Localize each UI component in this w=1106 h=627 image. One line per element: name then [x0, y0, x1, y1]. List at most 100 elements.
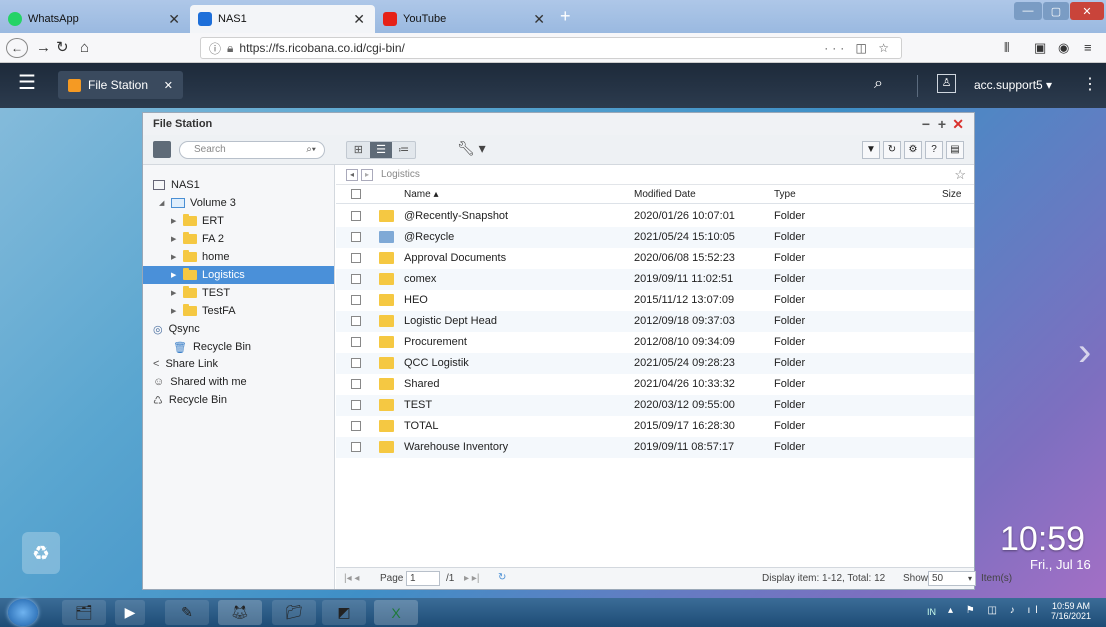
table-row[interactable]: HEO 2015/11/12 13:07:09 Folder [336, 290, 974, 311]
row-checkbox[interactable] [351, 442, 361, 452]
folder-icon[interactable]: 📁︎ [272, 600, 316, 625]
table-row[interactable]: QCC Logistik 2021/05/24 09:28:23 Folder [336, 353, 974, 374]
page-actions-icon[interactable]: ··· ◫ ☆ [824, 41, 893, 55]
search-dropdown-icon[interactable]: ⌕▾ [306, 142, 316, 158]
row-checkbox[interactable] [351, 253, 361, 263]
tree-share-link[interactable]: < Share Link [153, 356, 218, 372]
row-checkbox[interactable] [351, 337, 361, 347]
close-tab-icon[interactable]: ✕ [168, 11, 180, 28]
help-icon[interactable]: ? [925, 141, 943, 159]
row-checkbox[interactable] [351, 232, 361, 242]
col-modified-header[interactable]: Modified Date [634, 186, 696, 204]
expand-arrow-icon[interactable]: ▶ [171, 307, 177, 315]
tree-qsync-recycle-bin[interactable]: 🗑︎ Recycle Bin [173, 339, 251, 355]
table-row[interactable]: comex 2019/09/11 11:02:51 Folder [336, 269, 974, 290]
toggle-sidebar-icon[interactable] [153, 141, 171, 158]
table-row[interactable]: TOTAL 2015/09/17 16:28:30 Folder [336, 416, 974, 437]
tree-volume-3[interactable]: ◢ Volume 3 [159, 195, 236, 211]
table-row[interactable]: @Recently-Snapshot 2020/01/26 10:07:01 Fol… [336, 206, 974, 227]
select-all-checkbox[interactable] [351, 189, 361, 199]
tree-folder-testfa[interactable]: ▶ TestFA [171, 303, 236, 319]
tab-youtube[interactable]: YouTube ✕ [375, 5, 555, 33]
tree-folder-test[interactable]: ▶ TEST [171, 285, 230, 301]
taskbar-app-icon[interactable]: ◩ [322, 600, 366, 625]
home-icon[interactable]: ⌂ [80, 38, 89, 58]
next-arrow-icon[interactable]: › [1078, 330, 1091, 375]
info-panel-icon[interactable]: ▤ [946, 141, 964, 159]
file-station-app-tab[interactable]: File Station ✕ [58, 71, 183, 99]
tree-shared-with-me[interactable]: ☺ Shared with me [153, 374, 247, 390]
desktop-recycle-bin-icon[interactable]: ♻ [22, 532, 60, 574]
expand-arrow-icon[interactable]: ▶ [171, 217, 177, 225]
expand-arrow-icon[interactable]: ◢ [159, 199, 165, 207]
minimize-window-icon[interactable]: − [922, 116, 930, 132]
menu-icon[interactable]: ≡ [1084, 38, 1092, 58]
table-row[interactable]: TEST 2020/03/12 09:55:00 Folder [336, 395, 974, 416]
row-checkbox[interactable] [351, 379, 361, 389]
more-options-icon[interactable]: ⋮ [1082, 74, 1098, 94]
close-app-icon[interactable]: ✕ [164, 79, 173, 92]
row-checkbox[interactable] [351, 274, 361, 284]
excel-icon[interactable]: X [374, 600, 418, 625]
firefox-icon[interactable]: 🦊︎ [218, 600, 262, 625]
tree-folder-logistics[interactable]: ▶ Logistics [143, 266, 334, 284]
favorite-star-icon[interactable]: ☆ [954, 167, 966, 183]
row-checkbox[interactable] [351, 358, 361, 368]
refresh-list-icon[interactable]: ↻ [498, 572, 506, 583]
back-icon[interactable]: ◂ [346, 168, 358, 181]
tree-folder-home[interactable]: ▶ home [171, 249, 230, 265]
forward-icon[interactable]: ▸ [361, 168, 373, 181]
table-row[interactable]: Logistic Dept Head 2012/09/18 09:37:03 Fol… [336, 311, 974, 332]
close-window-button[interactable]: ✕ [1070, 2, 1104, 20]
new-tab-button[interactable]: + [560, 6, 571, 27]
thumbnail-view-icon[interactable]: ⊞ [347, 142, 370, 158]
detail-view-icon[interactable]: ≔ [392, 142, 415, 158]
refresh-icon[interactable]: ↻ [883, 141, 901, 159]
tree-root-nas1[interactable]: NAS1 [153, 177, 200, 193]
table-row[interactable]: Warehouse Inventory 2019/09/11 08:57:17 Fo… [336, 437, 974, 458]
reload-icon[interactable]: ↻ [56, 38, 69, 58]
user-menu[interactable]: acc.support5 ▾ [974, 78, 1052, 92]
tab-nas1[interactable]: NAS1 ✕ [190, 5, 375, 33]
table-row[interactable]: @Recycle 2021/05/24 15:10:05 Folder [336, 227, 974, 248]
account-icon[interactable]: ◉ [1058, 38, 1069, 58]
filter-icon[interactable]: ▼ [862, 141, 880, 159]
url-bar[interactable]: ⓘ 🔒︎ https://fs.ricobana.co.id/cgi-bin/ … [200, 37, 902, 59]
taskbar-app-icon[interactable]: 🗂︎ [62, 600, 106, 625]
first-page-icon[interactable]: |◂ ◂ [344, 573, 359, 584]
search-input[interactable]: Search ⌕▾ [179, 141, 325, 159]
row-checkbox[interactable] [351, 295, 361, 305]
maximize-window-icon[interactable]: + [938, 116, 946, 132]
library-icon[interactable]: ⫴ [1004, 38, 1009, 58]
row-checkbox[interactable] [351, 421, 361, 431]
row-checkbox[interactable] [351, 400, 361, 410]
tree-recycle-bin[interactable]: ♺ Recycle Bin [153, 392, 227, 408]
page-input[interactable]: 1 [406, 571, 440, 586]
tree-folder-fa2[interactable]: ▶ FA 2 [171, 231, 224, 247]
tab-whatsapp[interactable]: WhatsApp ✕ [0, 5, 190, 33]
main-menu-icon[interactable]: ☰ [18, 73, 36, 93]
table-row[interactable]: Procurement 2012/08/10 09:34:09 Folder [336, 332, 974, 353]
sidebar-icon[interactable]: ▣ [1034, 38, 1046, 58]
col-name-header[interactable]: Name ▴ [404, 186, 438, 204]
taskbar-app-icon[interactable]: ▶ [115, 600, 145, 625]
taskbar-app-icon[interactable]: ✎ [165, 600, 209, 625]
col-type-header[interactable]: Type [774, 186, 796, 204]
start-button[interactable] [8, 599, 38, 626]
page-size-select[interactable]: 50 ▾ [928, 571, 976, 586]
language-indicator[interactable]: IN [927, 607, 936, 617]
close-tab-icon[interactable]: ✕ [353, 11, 365, 28]
settings-icon[interactable]: ⚙ [904, 141, 922, 159]
user-icon[interactable]: ♙ [937, 74, 956, 93]
row-checkbox[interactable] [351, 211, 361, 221]
tools-menu-icon[interactable]: 🔧︎ ▾ [457, 140, 486, 157]
back-button[interactable]: ← [6, 38, 28, 58]
maximize-button[interactable]: ▢ [1043, 2, 1069, 20]
expand-arrow-icon[interactable]: ▶ [171, 289, 177, 297]
minimize-button[interactable]: — [1014, 2, 1042, 20]
tree-folder-ert[interactable]: ▶ ERT [171, 213, 224, 229]
next-page-icon[interactable]: ▸ ▸| [464, 573, 479, 584]
expand-arrow-icon[interactable]: ▶ [171, 271, 177, 279]
system-tray-icons[interactable]: ▴ ⚑ ◫ ♪ ıl [948, 605, 1043, 616]
col-size-header[interactable]: Size [942, 186, 961, 204]
